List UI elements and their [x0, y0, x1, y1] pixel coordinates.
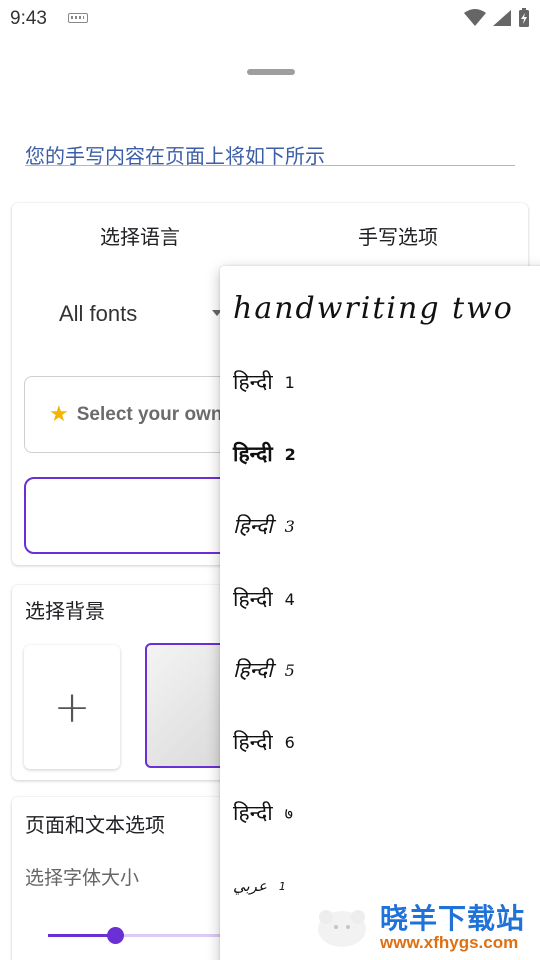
font-option-number: 1 — [284, 372, 295, 392]
font-option-hindi-5[interactable]: हिन्दी 5 — [233, 640, 533, 700]
font-option-hindi-4[interactable]: हिन्दी 4 — [233, 569, 533, 629]
font-option-number: ७ — [284, 804, 293, 823]
add-background-button[interactable]: + — [24, 645, 120, 769]
handwriting-preview-text: 您的手写内容在页面上将如下所示 — [25, 140, 515, 168]
font-option-number: 6 — [284, 732, 295, 752]
status-bar: 9:43 — [0, 0, 540, 38]
font-option-hindi-3[interactable]: हिन्दी 3 — [233, 496, 533, 556]
page-text-options-title: 页面和文本选项 — [25, 813, 165, 837]
font-filter-select[interactable]: All fonts — [59, 301, 137, 327]
font-option-label: हिन्दी — [233, 370, 273, 394]
font-dropdown-menu: handwriting two हिन्दी 1 हिन्दी 2 हिन्दी… — [220, 266, 540, 960]
font-option-number: 3 — [284, 516, 295, 536]
font-option-label: हिन्दी — [233, 587, 273, 611]
keyboard-icon — [68, 13, 88, 23]
font-size-slider-thumb[interactable] — [107, 927, 125, 944]
font-option-handwriting-two[interactable]: handwriting two — [233, 278, 533, 338]
font-size-slider-fill — [48, 934, 116, 937]
font-option-label: हिन्दी — [233, 658, 273, 682]
background-section-title: 选择背景 — [25, 599, 105, 623]
font-option-hindi-2[interactable]: हिन्दी 2 — [233, 424, 533, 484]
font-option-label: हिन्दी — [233, 730, 273, 754]
font-option-number: 2 — [284, 444, 296, 464]
sheet-drag-handle[interactable] — [247, 69, 295, 75]
battery-icon — [519, 8, 529, 27]
watermark-url: www.xfhygs.com — [380, 933, 519, 952]
font-option-number: 4 — [284, 589, 295, 609]
font-option-label: عربي — [233, 877, 267, 895]
font-option-label: हिन्दी — [233, 801, 273, 825]
tab-handwriting-options[interactable]: 手写选项 — [358, 221, 438, 250]
sheep-logo-icon — [318, 910, 366, 947]
font-option-number: 1 — [278, 879, 286, 893]
font-option-hindi-6[interactable]: हिन्दी 6 — [233, 712, 533, 772]
font-option-label: हिन्दी — [233, 442, 273, 466]
font-size-label: 选择字体大小 — [25, 867, 140, 889]
star-icon: ★ — [49, 402, 69, 427]
status-time: 9:43 — [10, 8, 47, 29]
watermark: 晓羊下载站 www.xfhygs.com — [312, 895, 540, 960]
signal-icon — [493, 10, 511, 26]
tab-select-language[interactable]: 选择语言 — [100, 221, 180, 250]
watermark-title: 晓羊下载站 — [380, 902, 526, 935]
font-option-label: handwriting two — [233, 290, 514, 326]
font-option-hindi-7[interactable]: हिन्दी ७ — [233, 783, 533, 843]
font-option-label: हिन्दी — [233, 514, 273, 538]
font-option-hindi-1[interactable]: हिन्दी 1 — [233, 352, 533, 412]
status-icons — [464, 8, 530, 28]
wifi-icon — [464, 9, 486, 26]
font-option-number: 5 — [284, 660, 295, 680]
